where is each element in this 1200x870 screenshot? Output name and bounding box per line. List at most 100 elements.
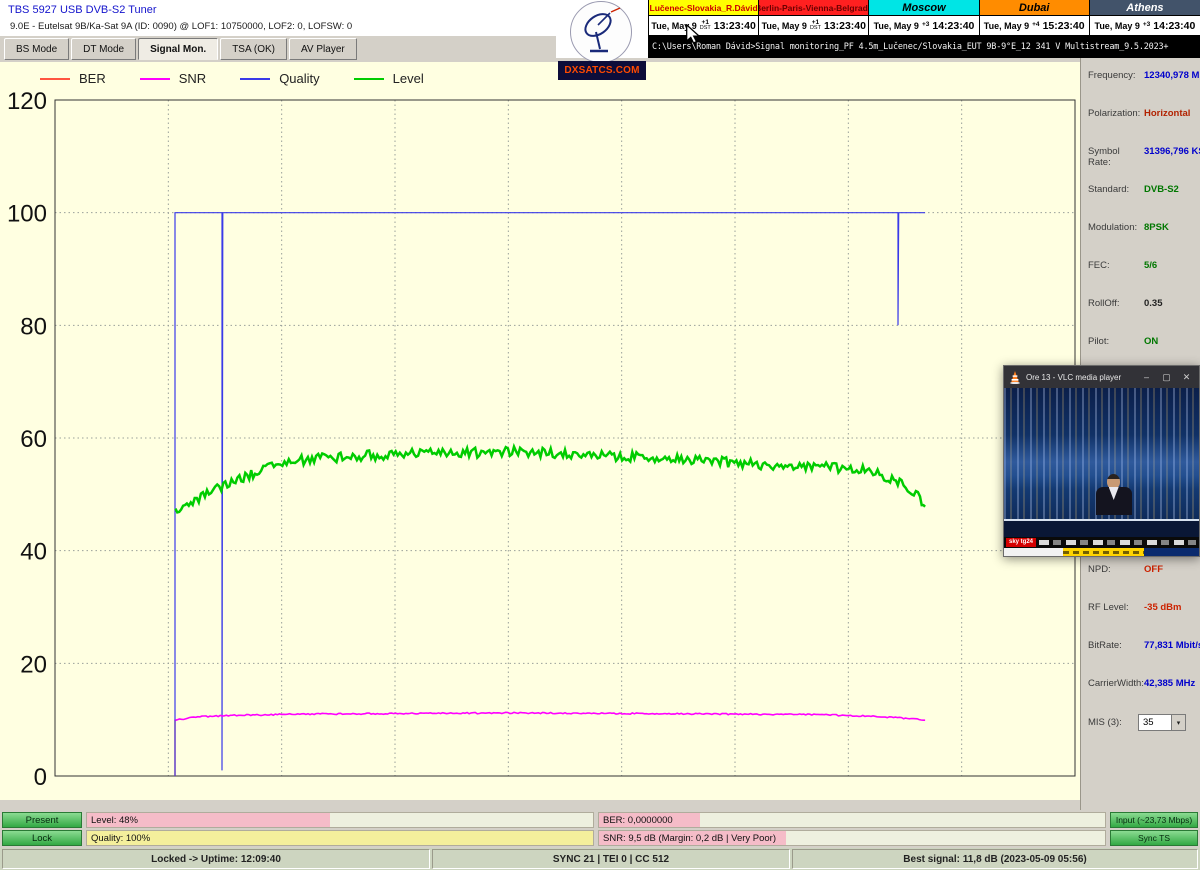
- tbs-tuner-app: TBS 5927 USB DVB-S2 Tuner 9.0E - Eutelsa…: [0, 0, 1200, 870]
- param-label: RF Level:: [1088, 602, 1144, 613]
- dropdown-arrow-icon[interactable]: ▾: [1171, 715, 1185, 730]
- clock-time: 15:23:40: [1043, 20, 1085, 32]
- best-signal: Best signal: 11,8 dB (2023-05-09 05:56): [792, 849, 1198, 869]
- logo-text: DXSATCS.COM: [558, 61, 646, 80]
- sync-counters: SYNC 21 | TEI 0 | CC 512: [432, 849, 790, 869]
- y-axis-label: 20: [20, 651, 47, 678]
- ticker-segment-yellow: [1063, 548, 1145, 556]
- input-badge: Input (~23,73 Mbps): [1110, 812, 1198, 828]
- param-value: ON: [1144, 336, 1158, 347]
- signal-chart: 020406080100120 BER SNR Quality Level: [0, 62, 1080, 800]
- y-axis-label: 0: [34, 764, 47, 791]
- param-label: Standard:: [1088, 184, 1144, 195]
- param-row-modulation: Modulation:8PSK: [1088, 222, 1197, 260]
- legend-item-snr: SNR: [140, 71, 206, 86]
- vlc-window: Ore 13 - VLC media player – ▢ ✕ sky tg24: [1003, 365, 1200, 557]
- ber-line-swatch: [40, 78, 70, 80]
- param-value: 8PSK: [1144, 222, 1169, 233]
- channel-logo: sky tg24: [1006, 538, 1036, 547]
- clock-time: 13:23:40: [714, 20, 756, 32]
- ticker-segment-blue: [1144, 548, 1199, 556]
- param-label: CarrierWidth:: [1088, 678, 1144, 689]
- param-label: NPD:: [1088, 564, 1144, 575]
- clock-lucenec: Lučenec-Slovakia_R.Dávid Tue, May 9+1DST…: [649, 0, 759, 36]
- y-axis-label: 100: [7, 201, 47, 228]
- tab-dt-mode[interactable]: DT Mode: [71, 38, 136, 60]
- param-row-carrier-width: CarrierWidth:42,385 MHz: [1088, 678, 1197, 716]
- snr-label: SNR: 9,5 dB (Margin: 0,2 dB | Very Poor): [603, 831, 776, 845]
- window-title: TBS 5927 USB DVB-S2 Tuner: [8, 4, 157, 16]
- clock-city: Moscow: [869, 0, 978, 15]
- tab-tsa[interactable]: TSA (OK): [220, 38, 287, 60]
- quality-bar-fill: [87, 831, 593, 845]
- legend-item-level: Level: [354, 71, 424, 86]
- param-label: Symbol Rate:: [1088, 146, 1144, 168]
- signal-chart-plot: 020406080100120: [0, 62, 1080, 800]
- quality-line-swatch: [240, 78, 270, 80]
- tab-signal-mon[interactable]: Signal Mon.: [138, 38, 218, 60]
- uptime-status: Locked -> Uptime: 12:09:40: [2, 849, 430, 869]
- tab-av-player[interactable]: AV Player: [289, 38, 357, 60]
- window-subtitle: 9.0E - Eutelsat 9B/Ka-Sat 9A (ID: 0090) …: [10, 21, 352, 32]
- lock-badge: Lock: [2, 830, 82, 846]
- y-axis-label: 80: [20, 313, 47, 340]
- lower-ticker: [1004, 548, 1199, 556]
- param-row-rolloff: RollOff:0.35: [1088, 298, 1197, 336]
- param-value: 5/6: [1144, 260, 1157, 271]
- level-line-swatch: [354, 78, 384, 80]
- maximize-button[interactable]: ▢: [1159, 372, 1174, 383]
- y-axis-label: 60: [20, 426, 47, 453]
- level-series: [175, 447, 925, 513]
- clock-date: Tue, May 9: [1094, 21, 1139, 31]
- status-row-3: Locked -> Uptime: 12:09:40 SYNC 21 | TEI…: [0, 848, 1200, 870]
- vlc-window-title: Ore 13 - VLC media player: [1026, 373, 1134, 382]
- param-label: RollOff:: [1088, 298, 1144, 309]
- clock-utc-offset: +4: [1032, 22, 1039, 29]
- param-label: Polarization:: [1088, 108, 1144, 119]
- clock-athens: Athens Tue, May 9+314:23:40: [1090, 0, 1200, 36]
- tab-bs-mode[interactable]: BS Mode: [4, 38, 69, 60]
- level-label: Level: 48%: [91, 813, 138, 827]
- param-row-polarization: Polarization:Horizontal: [1088, 108, 1197, 146]
- legend-label: Quality: [279, 71, 319, 86]
- param-label: BitRate:: [1088, 640, 1144, 651]
- chart-legend: BER SNR Quality Level: [40, 71, 424, 86]
- present-badge: Present: [2, 812, 82, 828]
- command-prompt[interactable]: C:\Users\Roman Dávid>Signal monitoring_P…: [648, 36, 1200, 58]
- mouse-cursor: [686, 24, 700, 49]
- param-value: -35 dBm: [1144, 602, 1181, 613]
- snr-series: [175, 712, 925, 720]
- param-row-fec: FEC:5/6: [1088, 260, 1197, 298]
- anchor-shirt: [1109, 487, 1119, 500]
- ber-bar: BER: 0,0000000: [598, 812, 1106, 828]
- snr-line-swatch: [140, 78, 170, 80]
- param-value: DVB-S2: [1144, 184, 1179, 195]
- clock-date: Tue, May 9: [762, 21, 807, 31]
- ticker-segment-white: [1004, 548, 1063, 556]
- clock-dst: DST: [810, 26, 821, 32]
- clock-city: Berlin-Paris-Vienna-Belgrade: [759, 0, 868, 15]
- param-value: 12340,978 MHz: [1144, 70, 1200, 81]
- ticker-text-bars: [1039, 540, 1197, 545]
- legend-label: SNR: [179, 71, 206, 86]
- mis-dropdown[interactable]: 35 ▾: [1138, 714, 1186, 731]
- sync-ts-badge: Sync TS: [1110, 830, 1198, 846]
- minimize-button[interactable]: –: [1139, 372, 1154, 382]
- vlc-titlebar[interactable]: Ore 13 - VLC media player – ▢ ✕: [1004, 366, 1199, 388]
- legend-item-ber: BER: [40, 71, 106, 86]
- quality-series: [175, 213, 925, 776]
- world-clocks: Lučenec-Slovakia_R.Dávid Tue, May 9+1DST…: [648, 0, 1200, 36]
- clock-berlin: Berlin-Paris-Vienna-Belgrade Tue, May 9+…: [759, 0, 869, 36]
- status-row-2: Lock Quality: 100% SNR: 9,5 dB (Margin: …: [0, 830, 1200, 846]
- tab-bar: BS Mode DT Mode Signal Mon. TSA (OK) AV …: [0, 36, 556, 62]
- param-row-symbol-rate: Symbol Rate:31396,796 KS/s: [1088, 146, 1197, 184]
- vlc-cone-icon: [1009, 370, 1021, 384]
- clock-dubai: Dubai Tue, May 9+415:23:40: [980, 0, 1090, 36]
- ber-label: BER: 0,0000000: [603, 813, 673, 827]
- vlc-video[interactable]: sky tg24: [1004, 388, 1199, 556]
- legend-label: Level: [393, 71, 424, 86]
- close-button[interactable]: ✕: [1179, 372, 1194, 383]
- clock-time: 13:23:40: [824, 20, 866, 32]
- param-label: Pilot:: [1088, 336, 1144, 347]
- param-value: OFF: [1144, 564, 1163, 575]
